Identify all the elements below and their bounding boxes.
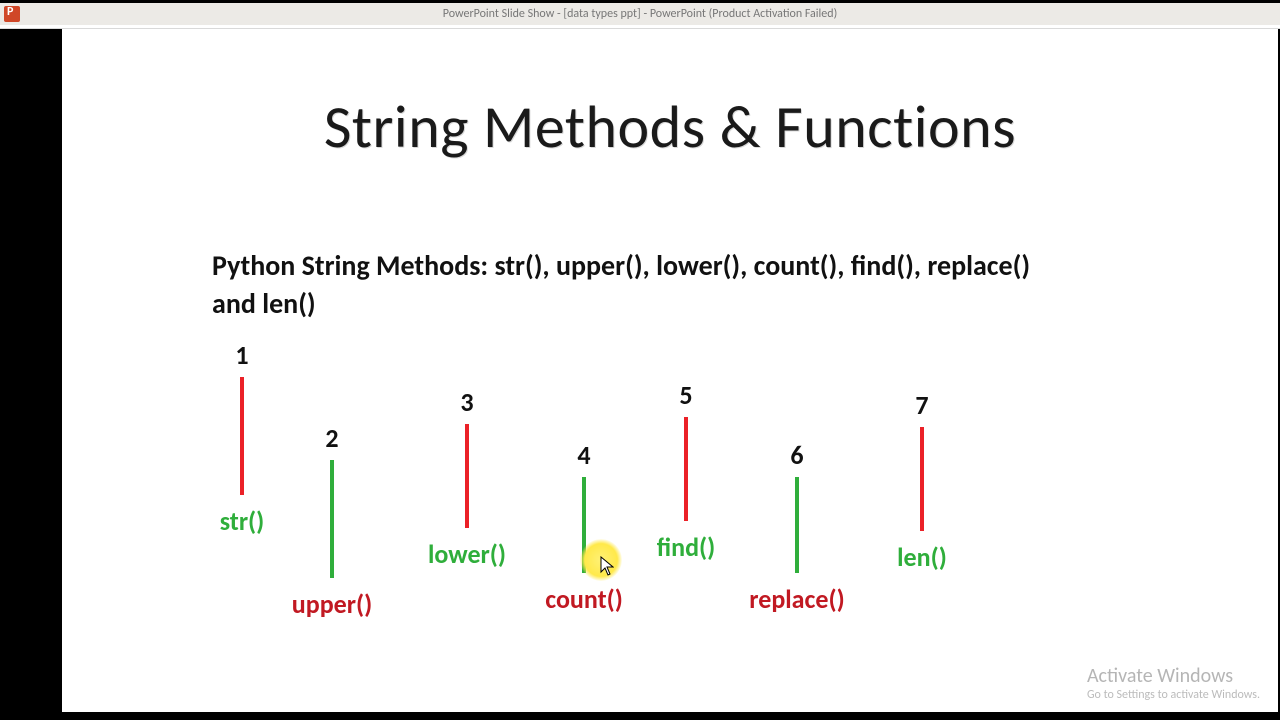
diagram-number: 3 bbox=[392, 386, 542, 418]
diagram-number: 5 bbox=[611, 379, 761, 411]
watermark-line1: Activate Windows bbox=[1087, 664, 1260, 688]
diagram-bar bbox=[795, 477, 799, 573]
watermark-line2: Go to Settings to activate Windows. bbox=[1087, 688, 1260, 702]
window-title-text: PowerPoint Slide Show - [data types ppt]… bbox=[0, 7, 1280, 21]
diagram-bar bbox=[330, 460, 334, 578]
slideshow-stage[interactable]: String Methods & Functions Python String… bbox=[0, 29, 1280, 720]
diagram-item-len: 7 len() bbox=[847, 389, 997, 573]
diagram-bar bbox=[465, 424, 469, 528]
diagram-number: 7 bbox=[847, 389, 997, 421]
stage-matte-bottom bbox=[62, 712, 1278, 720]
powerpoint-app-icon bbox=[4, 6, 20, 22]
diagram-bar bbox=[920, 427, 924, 531]
window-title-bar: PowerPoint Slide Show - [data types ppt]… bbox=[0, 3, 1280, 25]
diagram-label: replace() bbox=[722, 583, 872, 615]
diagram-label: count() bbox=[509, 583, 659, 615]
diagram-label: len() bbox=[847, 541, 997, 573]
diagram-number: 2 bbox=[257, 422, 407, 454]
methods-diagram: 1 str() 2 upper() 3 lower() 4 count() 5 bbox=[62, 339, 1278, 639]
stage-matte-left bbox=[0, 29, 62, 720]
diagram-bar bbox=[684, 417, 688, 521]
cursor-arrow-icon bbox=[600, 556, 614, 576]
slide-title: String Methods & Functions bbox=[62, 91, 1278, 164]
diagram-number: 1 bbox=[167, 339, 317, 371]
diagram-label: upper() bbox=[257, 588, 407, 620]
slide-subheading: Python String Methods: str(), upper(), l… bbox=[212, 247, 1032, 323]
diagram-item-upper: 2 upper() bbox=[257, 422, 407, 620]
slide-canvas[interactable]: String Methods & Functions Python String… bbox=[62, 29, 1278, 712]
diagram-bar bbox=[240, 377, 244, 495]
windows-activation-watermark: Activate Windows Go to Settings to activ… bbox=[1087, 664, 1260, 702]
